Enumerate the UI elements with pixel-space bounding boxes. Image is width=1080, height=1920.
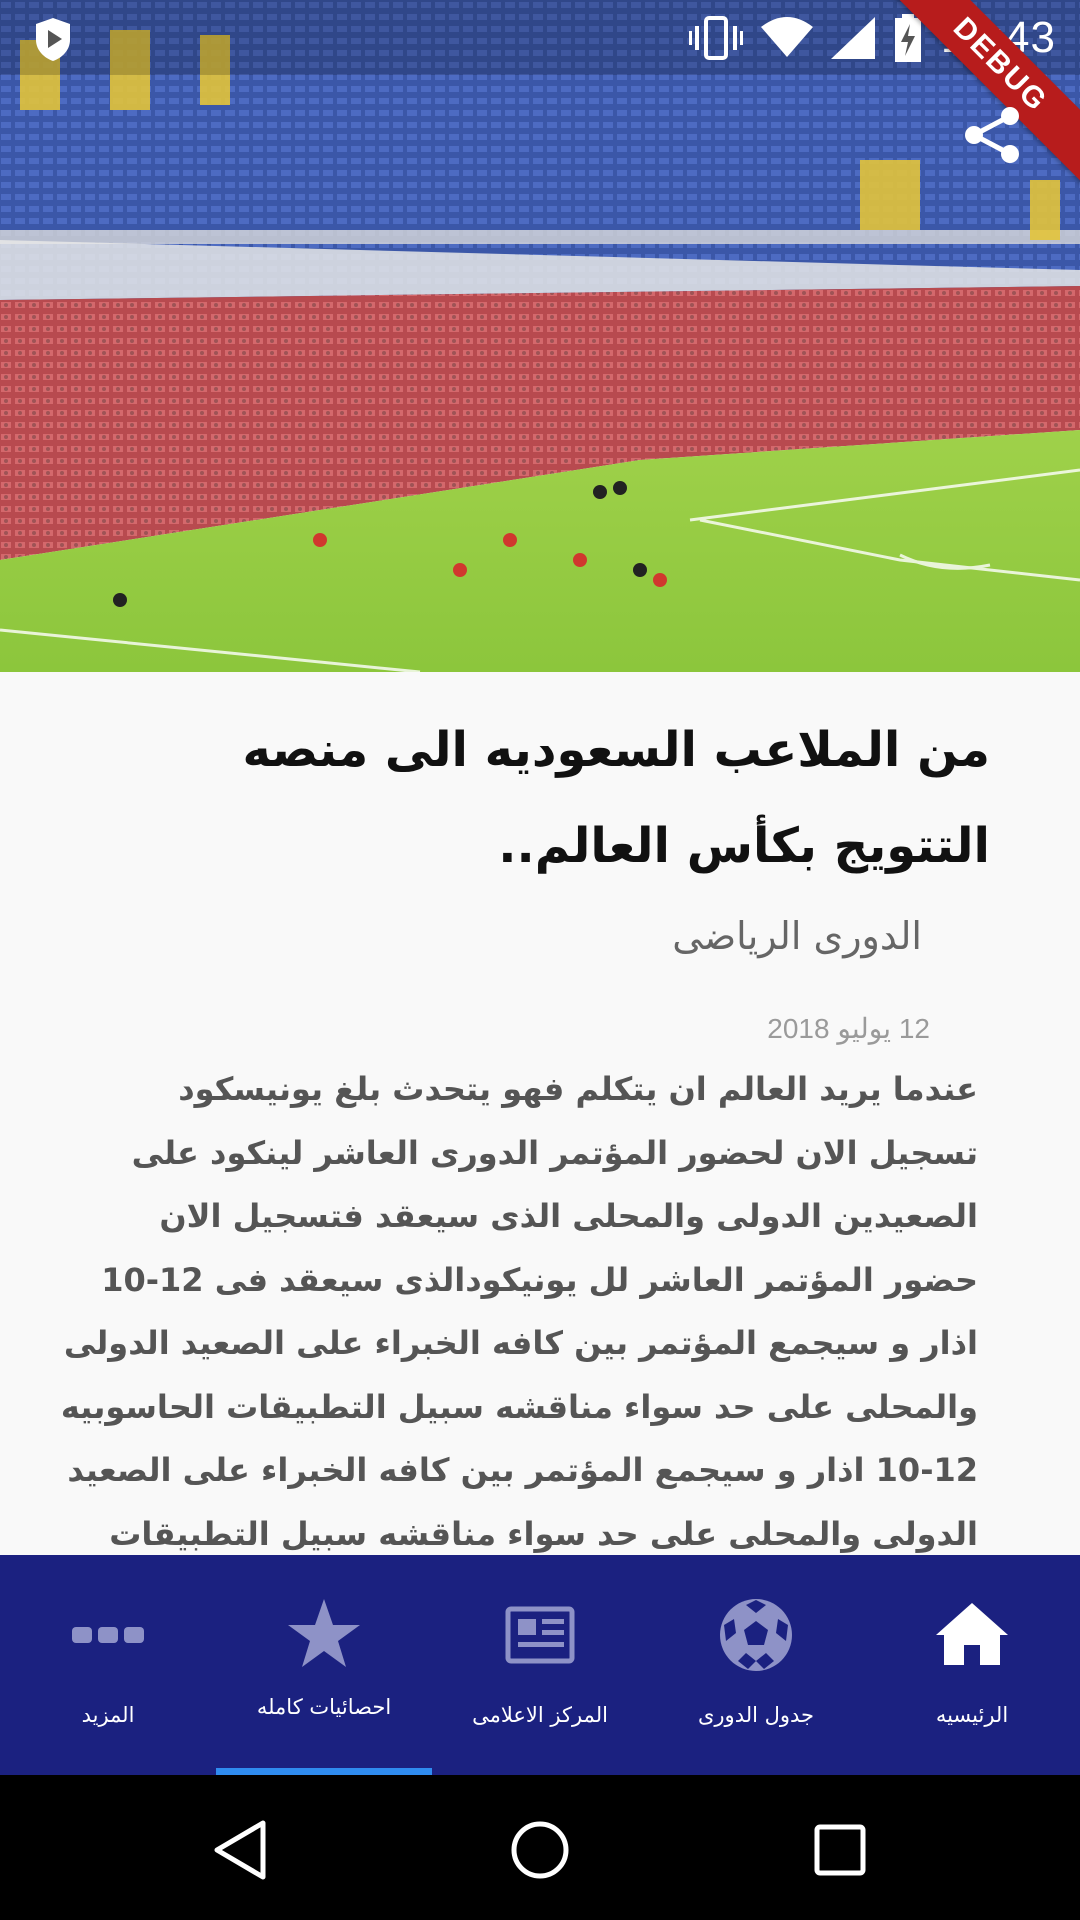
wifi-icon bbox=[760, 17, 813, 57]
recents-icon[interactable] bbox=[805, 1815, 875, 1885]
star-icon bbox=[288, 1599, 360, 1667]
newspaper-icon bbox=[505, 1606, 575, 1664]
nav-label-home: الرئيسيه bbox=[935, 1703, 1009, 1727]
nav-label-more: المزيد bbox=[81, 1703, 135, 1727]
active-tab-indicator bbox=[216, 1768, 432, 1775]
article-category: الدورى الرياضى bbox=[672, 914, 922, 958]
signal-icon bbox=[830, 17, 875, 59]
nav-label-media-center: المركز الاعلامى bbox=[472, 1703, 608, 1727]
nav-item-home[interactable]: الرئيسيه bbox=[864, 1555, 1080, 1775]
nav-item-full-stats[interactable]: احصائيات كامله bbox=[216, 1555, 432, 1775]
home-circle-icon[interactable] bbox=[505, 1815, 575, 1885]
article-hero-image bbox=[0, 0, 1080, 672]
article-title: من الملاعب السعوديه الى منصه التتويج بكأ… bbox=[242, 722, 991, 874]
nav-label-full-stats: احصائيات كامله bbox=[256, 1695, 392, 1719]
share-icon[interactable] bbox=[962, 104, 1024, 166]
screen: 12:43 DEBUG من الملاعب السعوديه الى منصه… bbox=[0, 0, 1080, 1920]
back-icon[interactable] bbox=[205, 1815, 275, 1885]
soccer-ball-icon bbox=[720, 1599, 792, 1671]
article-body: عندما يريد العالم ان يتكلم فهو يتحدث بلغ… bbox=[60, 1070, 978, 1553]
nav-item-league-table[interactable]: جدول الدورى bbox=[648, 1555, 864, 1775]
nav-label-league-table: جدول الدورى bbox=[697, 1703, 815, 1727]
play-store-icon bbox=[36, 18, 70, 61]
nav-item-media-center[interactable]: المركز الاعلامى bbox=[432, 1555, 648, 1775]
article-date: 12 يوليو 2018 bbox=[767, 1013, 930, 1044]
more-dots-icon bbox=[72, 1627, 144, 1643]
bottom-navigation: الرئيسيه جدول الدورى المركز الاعلامى احص… bbox=[0, 1555, 1080, 1775]
home-icon bbox=[936, 1603, 1008, 1665]
system-navigation-bar bbox=[0, 1775, 1080, 1920]
vibrate-icon bbox=[688, 16, 743, 60]
article-content: من الملاعب السعوديه الى منصه التتويج بكأ… bbox=[0, 672, 1080, 1555]
nav-item-more[interactable]: المزيد bbox=[0, 1555, 216, 1775]
battery-charging-icon bbox=[894, 14, 921, 62]
